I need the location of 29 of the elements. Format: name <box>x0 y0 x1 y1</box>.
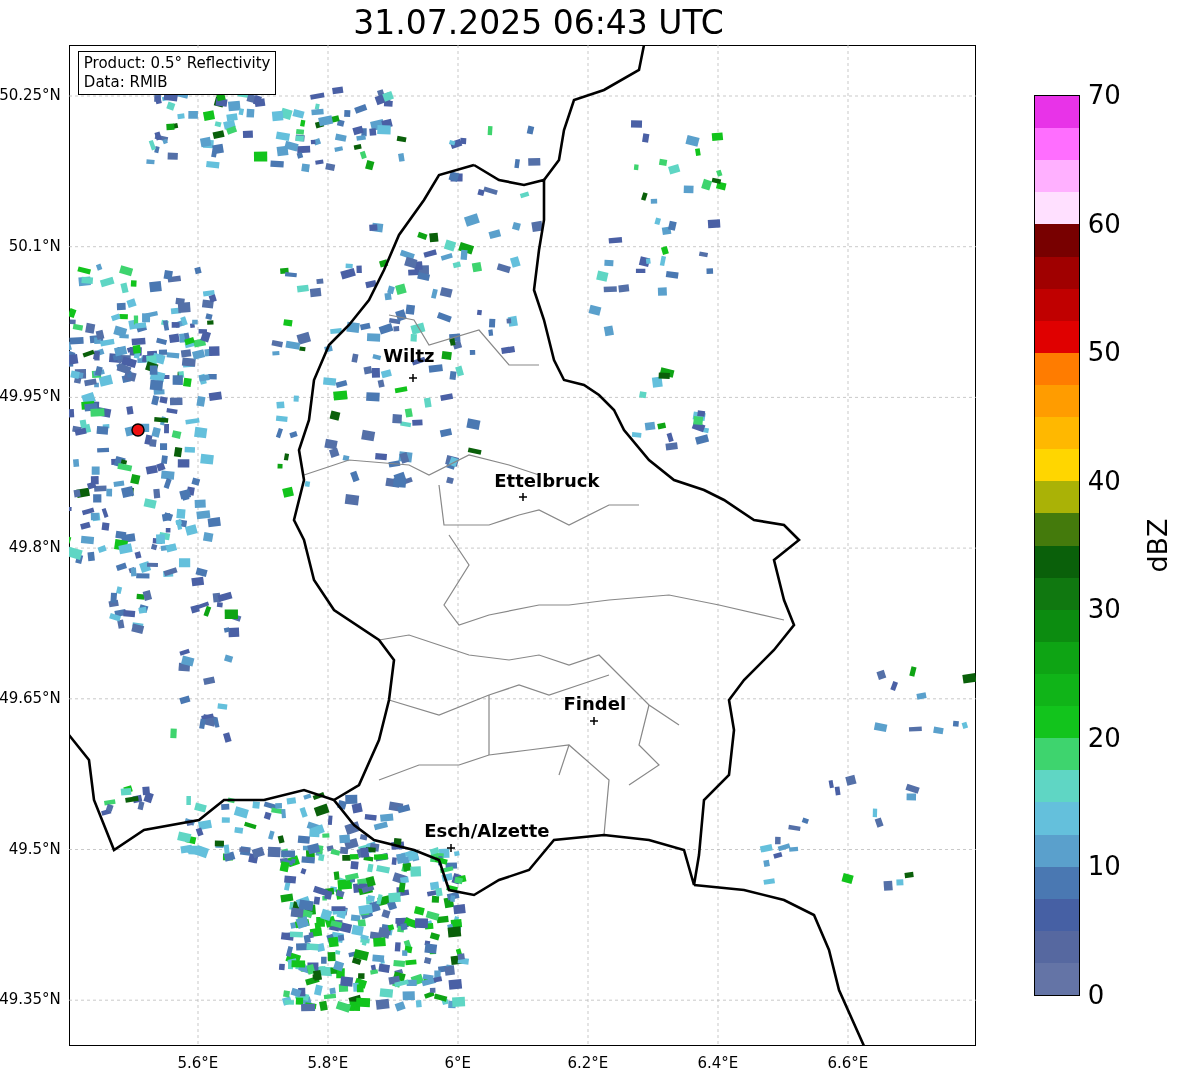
latitude-label: 50.25°N <box>0 88 61 103</box>
city-label: Ettelbruck <box>494 472 600 490</box>
longitude-label: 6.4°E <box>697 1056 739 1071</box>
city-label: Findel <box>563 695 627 713</box>
colorbar-tick-label: 30 <box>1087 596 1121 623</box>
latitude-label: 49.5°N <box>8 841 61 857</box>
latitude-label: 49.95°N <box>0 389 61 405</box>
longitude-label: 6.6°E <box>827 1056 869 1071</box>
legend-text: Product: 0.5° Reflectivity <box>83 54 271 73</box>
legend-text: Data: RMIB <box>83 73 169 92</box>
city-label: Esch/Alzette <box>424 822 550 840</box>
colorbar-tick-label: 10 <box>1087 853 1121 880</box>
longitude-label: 5.6°E <box>177 1056 219 1071</box>
colorbar-tick-label: 40 <box>1087 467 1121 494</box>
latitude-label: 49.65°N <box>0 690 61 706</box>
latitude-label: 49.8°N <box>8 540 61 556</box>
city-label: Wiltz <box>383 347 435 365</box>
longitude-label: 6°E <box>444 1056 472 1071</box>
latitude-label: 49.35°N <box>0 992 61 1008</box>
chart-title: 31.07.2025 06:43 UTC <box>353 6 724 39</box>
colorbar-tick-label: 20 <box>1087 724 1121 751</box>
colorbar-tick-label: 60 <box>1087 210 1121 237</box>
colorbar-label: dBZ <box>1143 518 1171 573</box>
longitude-label: 5.8°E <box>307 1056 349 1071</box>
colorbar-tick-label: 70 <box>1087 82 1121 108</box>
latitude-label: 50.1°N <box>8 238 61 254</box>
colorbar-tick-label: 0 <box>1087 982 1105 1008</box>
colorbar-tick-label: 50 <box>1087 339 1121 366</box>
longitude-label: 6.2°E <box>567 1056 609 1071</box>
